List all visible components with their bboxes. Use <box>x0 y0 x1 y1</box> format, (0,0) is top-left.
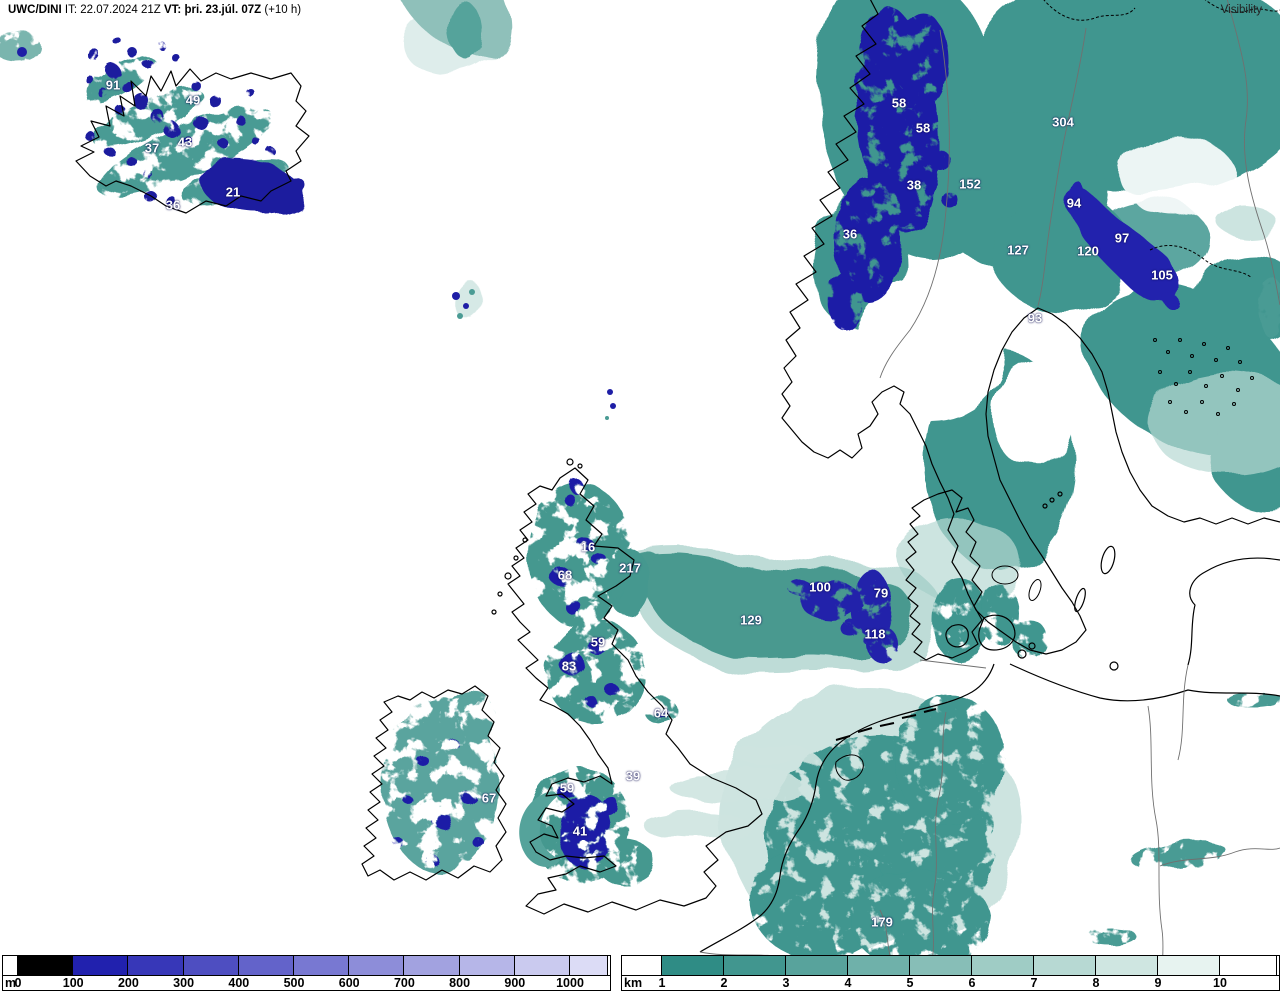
colorbar-cell <box>1096 956 1158 975</box>
colorbar-tick: 8 <box>1092 976 1100 990</box>
colorbar-kilometers-ticks: 1 2 3 4 5 6 7 8 9 10 <box>622 976 1279 990</box>
init-time-label: IT: <box>64 4 78 16</box>
iceland-visibility-field <box>84 36 306 215</box>
colorbar-cell <box>18 956 74 975</box>
init-time-value: 22.07.2024 21Z <box>80 4 161 16</box>
colorbar-cell <box>3 956 18 975</box>
ireland-visibility-field <box>382 690 498 873</box>
lead-time: (+10 h) <box>264 4 302 16</box>
colorbar-kilometers-cells <box>622 956 1279 976</box>
valid-time-label: VT: <box>164 4 182 16</box>
colorbar-tick: 5 <box>906 976 914 990</box>
colorbar-cell <box>1220 956 1277 975</box>
colorbar-cell <box>786 956 848 975</box>
colorbar-tick: 6 <box>968 976 976 990</box>
colorbar-cell <box>662 956 724 975</box>
colorbar-tick: 4 <box>844 976 852 990</box>
colorbar-cell <box>622 956 662 975</box>
colorbar-tick: 10 <box>1213 976 1227 990</box>
vattern-outline <box>1028 579 1042 601</box>
colorbar-tick: 900 <box>504 976 526 990</box>
colorbar-tick: 200 <box>117 976 139 990</box>
colorbar-cell <box>1034 956 1096 975</box>
model-run-header: UWC/DINI IT: 22.07.2024 21Z VT: þri. 23.… <box>8 4 301 16</box>
colorbar-cell <box>349 956 405 975</box>
colorbar-tick: 700 <box>393 976 415 990</box>
colorbar-tick: 3 <box>782 976 790 990</box>
colorbar-cell <box>459 956 515 975</box>
colorbar-cell <box>183 956 239 975</box>
colorbar-tick: 300 <box>173 976 195 990</box>
colorbar-tick: 2 <box>720 976 728 990</box>
colorbar-tick: 9 <box>1154 976 1162 990</box>
germany-denmark-border <box>919 659 987 669</box>
colorbar-tick: 400 <box>228 976 250 990</box>
colorbar-cell <box>972 956 1034 975</box>
colorbar-meters-ticks: 0 100 200 300 400 500 600 700 800 900 1000 <box>3 976 610 990</box>
colorbar-cell <box>848 956 910 975</box>
estonia-coastline <box>1187 557 1280 666</box>
colorbar-cell <box>724 956 786 975</box>
colorbar-tick: 100 <box>62 976 84 990</box>
colorbar-meters-cells <box>3 956 610 976</box>
colorbar-tick: 1000 <box>556 976 584 990</box>
visibility-map <box>0 0 1280 991</box>
colorbar-cell <box>1158 956 1220 975</box>
colorbar-tick: 800 <box>449 976 471 990</box>
baltic-states-border <box>1177 664 1189 761</box>
colorbar-cell <box>404 956 460 975</box>
oland-outline <box>1074 587 1086 613</box>
colorbar-cell <box>570 956 608 975</box>
weather-map-page: UWC/DINI IT: 22.07.2024 21Z VT: þri. 23.… <box>0 0 1280 991</box>
colorbar-tick: 1 <box>658 976 666 990</box>
colorbar-cell <box>910 956 972 975</box>
colorbar-kilometers: km 1 2 3 4 5 6 7 8 9 10 <box>621 955 1280 991</box>
colorbar-meters: m 0 100 200 300 400 500 600 700 800 900 1000 <box>2 955 611 991</box>
colorbar-tick: 600 <box>338 976 360 990</box>
product-title: Visibility <box>1220 4 1262 16</box>
model-name: UWC/DINI <box>8 4 62 16</box>
colorbar-tick: 0 <box>14 976 22 990</box>
colorbar-cell <box>73 956 129 975</box>
valid-time-value: þri. 23.júl. 07Z <box>184 4 262 16</box>
colorbar-cell <box>514 956 570 975</box>
colorbar-tick: 7 <box>1030 976 1038 990</box>
gotland-outline <box>1100 545 1116 575</box>
colorbar-cell <box>294 956 350 975</box>
colorbar-tick: 500 <box>283 976 305 990</box>
colorbar-cell <box>238 956 294 975</box>
colorbar-cell <box>128 956 184 975</box>
